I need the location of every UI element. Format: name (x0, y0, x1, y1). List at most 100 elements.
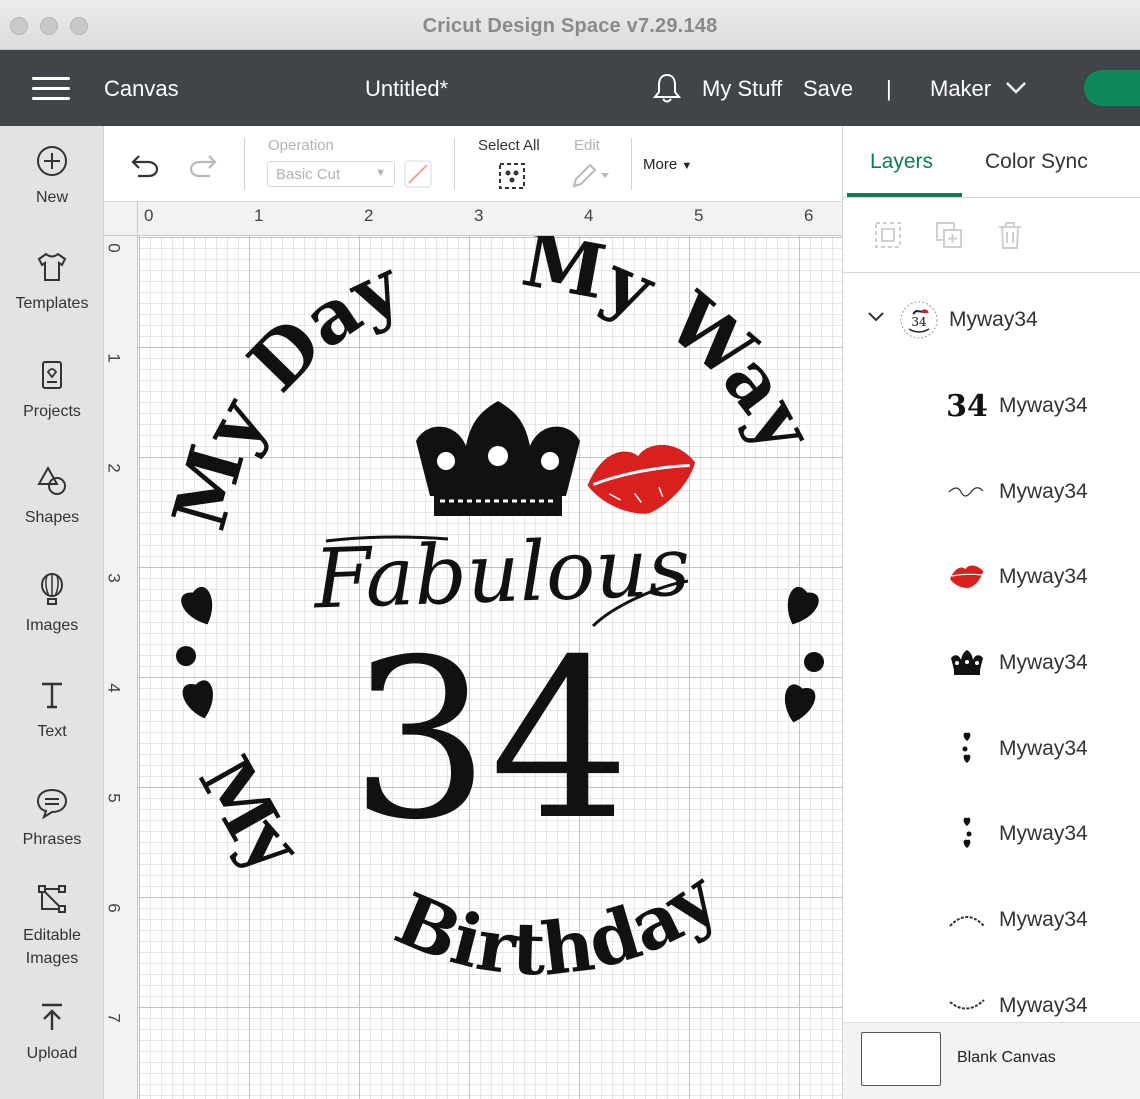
crown-icon[interactable] (416, 401, 580, 516)
hot-air-balloon-icon (41, 573, 63, 605)
speech-bubble-icon (36, 788, 68, 820)
ruler-tick-label: 3 (104, 573, 124, 583)
text-icon (42, 682, 62, 709)
menu-icon[interactable] (32, 77, 70, 101)
ruler-tick-label: 4 (584, 206, 594, 225)
hearts-thumbnail-icon (947, 732, 987, 765)
layer-row[interactable]: Myway34 (843, 633, 1140, 693)
lips-thumbnail-icon (947, 561, 987, 593)
bell-icon[interactable] (652, 72, 682, 104)
redo-icon[interactable] (188, 152, 218, 178)
group-icon[interactable] (873, 220, 903, 250)
ruler-tick-label: 0 (104, 243, 124, 253)
ruler-corner (104, 202, 138, 236)
layer-name: Myway34 (999, 394, 1088, 417)
sidebar-item-label: New (35, 189, 68, 206)
caret-down-icon: ▼ (681, 160, 693, 172)
sidebar-item-text[interactable]: Text (0, 678, 104, 743)
ruler-tick-label: 1 (104, 353, 124, 363)
make-it-button[interactable] (1084, 70, 1140, 106)
editable-images-icon (38, 885, 66, 913)
more-label: More (643, 156, 678, 173)
more-button[interactable]: More ▼ (643, 156, 692, 173)
ruler-tick-label: 5 (694, 206, 704, 225)
ruler-horizontal: 0 1 2 3 4 5 6 (104, 202, 842, 236)
ruler-tick-label: 7 (104, 1013, 124, 1023)
ruler-tick-label: 0 (144, 206, 154, 225)
save-button[interactable]: Save (803, 76, 853, 102)
ruler-tick-label: 5 (104, 793, 124, 803)
ruler-tick-label: 6 (804, 206, 814, 225)
sidebar-item-editable-images[interactable]: Editable Images (0, 882, 104, 970)
edit-label: Edit (574, 137, 600, 154)
layer-row[interactable]: Myway34 (843, 719, 1140, 779)
number-text-34[interactable]: 34 (350, 612, 630, 868)
ruler-tick-label: 2 (364, 206, 374, 225)
sidebar-item-label: Editable (23, 927, 81, 944)
layers-panel: Layers Color Sync 34 Myway34 34 Myway34 … (842, 126, 1140, 1099)
sidebar-item-label: Upload (26, 1045, 78, 1062)
ruler-tick-label: 2 (104, 463, 124, 473)
sidebar-item-images[interactable]: Images (0, 572, 104, 637)
operation-value: Basic Cut (276, 166, 341, 183)
sidebar-item-upload[interactable]: Upload (0, 1000, 104, 1065)
layer-name: Myway34 (999, 822, 1088, 845)
sidebar-item-label: Templates (15, 295, 89, 312)
app-header: Canvas Untitled* My Stuff Save | Maker (0, 50, 1140, 126)
chevron-down-icon[interactable] (1004, 78, 1028, 96)
caret-down-icon: ▼ (375, 167, 386, 179)
tab-layers[interactable]: Layers (870, 150, 933, 174)
undo-icon[interactable] (130, 152, 160, 178)
sidebar-item-label: Phrases (22, 831, 82, 848)
arc-text-top-left[interactable]: My Day (157, 242, 415, 538)
lips-icon[interactable] (583, 439, 703, 523)
sidebar-item-shapes[interactable]: Shapes (0, 464, 104, 529)
chevron-down-icon[interactable] (867, 310, 885, 324)
panel-divider (843, 197, 1140, 198)
hearts-right[interactable] (779, 584, 824, 726)
crown-thumbnail-icon (947, 647, 987, 679)
duplicate-icon[interactable] (934, 220, 964, 250)
sidebar-item-templates[interactable]: Templates (0, 250, 104, 315)
trash-icon[interactable] (995, 220, 1025, 250)
blank-canvas-swatch[interactable] (861, 1032, 941, 1086)
layer-row[interactable]: Myway34 (843, 890, 1140, 950)
toolbar-separator (244, 138, 245, 190)
design-panel-sidebar: New Templates Projects Shapes Images Tex… (0, 126, 104, 1099)
select-all-icon[interactable] (498, 162, 526, 190)
layer-row[interactable]: Myway34 (843, 462, 1140, 522)
sidebar-item-phrases[interactable]: Phrases (0, 786, 104, 851)
ruler-tick-label: 6 (104, 903, 124, 913)
sidebar-item-label: Text (37, 723, 67, 740)
sidebar-item-label: Images (25, 950, 79, 967)
edit-pencil-icon[interactable] (570, 162, 612, 190)
ruler-vertical: 0 1 2 3 4 5 6 7 (104, 236, 138, 1099)
blank-canvas-row[interactable]: Blank Canvas (843, 1022, 1140, 1099)
arc-text-bottom-left[interactable]: My (183, 742, 319, 888)
design-group[interactable]: My Day My Way My Birthday Fabulous 34 (138, 236, 842, 1099)
sidebar-item-projects[interactable]: Projects (0, 358, 104, 423)
layer-name: Myway34 (999, 565, 1088, 588)
layer-row[interactable]: Myway34 (843, 804, 1140, 864)
tab-color-sync[interactable]: Color Sync (985, 150, 1088, 174)
shapes-icon (37, 465, 66, 495)
operation-select[interactable]: Basic Cut ▼ (267, 161, 395, 187)
group-thumbnail-icon: 34 (900, 301, 938, 339)
layer-row[interactable]: Myway34 (843, 547, 1140, 607)
design-artwork[interactable]: My Day My Way My Birthday Fabulous 34 (138, 236, 842, 1099)
document-title[interactable]: Untitled* (365, 76, 448, 102)
machine-select[interactable]: Maker (930, 76, 991, 102)
svg-text:34: 34 (911, 315, 927, 329)
number-34-thumbnail-icon: 34 (946, 388, 988, 424)
layer-row[interactable]: 34 Myway34 (843, 376, 1140, 436)
my-stuff-button[interactable]: My Stuff (702, 76, 782, 102)
ruler-tick-label: 3 (474, 206, 484, 225)
sidebar-item-new[interactable]: New (0, 144, 104, 209)
header-divider: | (886, 76, 892, 101)
pen-color-swatch-icon[interactable] (404, 160, 432, 188)
layer-group-row[interactable]: 34 Myway34 (843, 290, 1140, 350)
hearts-left[interactable] (176, 584, 221, 722)
arc-text-bottom-right[interactable]: Birthday (384, 853, 733, 992)
script-thumbnail-icon (947, 476, 987, 508)
panel-divider (843, 272, 1140, 273)
